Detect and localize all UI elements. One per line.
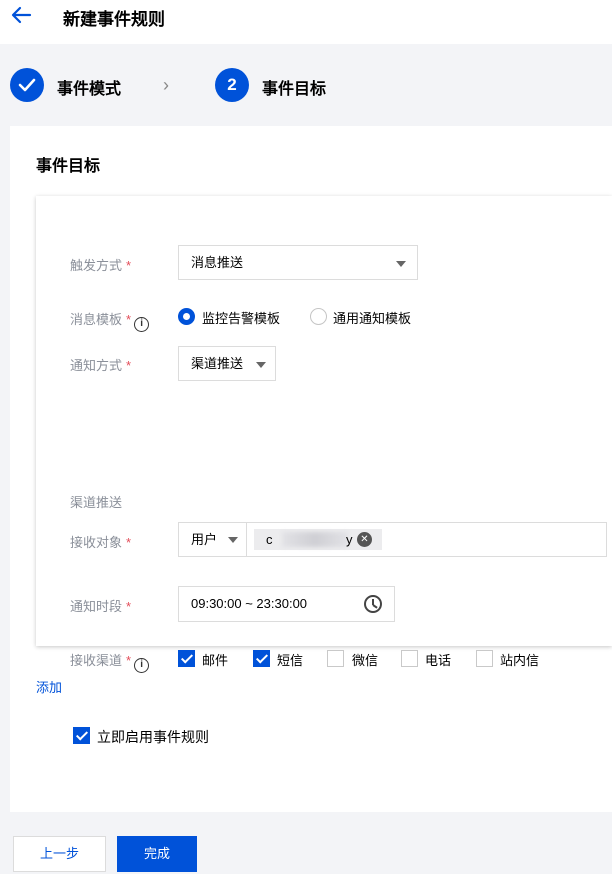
redacted-name [282, 532, 348, 547]
step-number: 2 [215, 68, 249, 102]
channel-push-subtitle: 渠道推送 [70, 495, 123, 510]
close-icon[interactable]: ✕ [357, 532, 372, 547]
channel-label-wechat: 微信 [352, 653, 379, 668]
channel-checkbox-email[interactable] [178, 650, 195, 667]
template-radio-alarm[interactable] [178, 308, 195, 325]
page-title: 新建事件规则 [63, 10, 165, 29]
page-header: 新建事件规则 [0, 0, 612, 44]
prev-step-button[interactable]: 上一步 [13, 836, 106, 872]
receiver-field[interactable]: 用户 c y ✕ [178, 522, 607, 557]
trigger-label: 触发方式 * [70, 258, 132, 273]
channel-checkbox-inbox[interactable] [476, 650, 493, 667]
channel-label-sms: 短信 [277, 653, 304, 668]
receiver-tag-suffix: y [346, 532, 353, 547]
info-icon[interactable]: i [134, 658, 150, 673]
section-title: 事件目标 [36, 158, 101, 175]
time-range-picker[interactable]: 09:30:00 ~ 23:30:00 [178, 586, 395, 622]
channels-label: 接收渠道 * i [70, 650, 150, 673]
arrow-left-icon[interactable] [10, 6, 32, 24]
receiver-tag: c y ✕ [254, 529, 382, 550]
chevron-right-icon: › [163, 75, 169, 95]
event-target-panel: 触发方式 * 消息推送 消息模板 * i 监控告警模板 通用通知模板 通知方式 * 渠道… [36, 196, 612, 673]
channel-checkbox-sms[interactable] [253, 650, 270, 667]
clock-icon [364, 595, 382, 613]
receiver-type-value: 用户 [191, 532, 218, 547]
step-label-mode: 事件模式 [57, 81, 122, 98]
add-link[interactable]: 添加 [36, 677, 62, 696]
step-label-target: 事件目标 [262, 81, 327, 98]
receiver-tag-prefix: c [266, 532, 273, 547]
period-label: 通知时段 * [70, 599, 132, 614]
time-range-value: 09:30:00 ~ 23:30:00 [191, 596, 308, 611]
trigger-select-value: 消息推送 [191, 255, 244, 270]
steps-bar: 事件模式 › 2 事件目标 [0, 58, 612, 114]
notify-method-label: 通知方式 * [70, 358, 132, 373]
notify-method-value: 渠道推送 [191, 356, 244, 371]
enable-rule-checkbox[interactable] [73, 727, 90, 744]
step-done-check-icon [10, 68, 44, 102]
template-option-alarm: 监控告警模板 [202, 311, 281, 326]
receiver-type-select[interactable]: 用户 [179, 523, 247, 556]
main-card: 事件目标 触发方式 * 消息推送 消息模板 * i 监控告警模板 通用通知模板 通知方… [10, 126, 612, 812]
channel-label-phone: 电话 [425, 653, 452, 668]
receiver-label: 接收对象 * [70, 535, 132, 550]
template-label: 消息模板 * i [70, 309, 150, 332]
chevron-down-icon [396, 261, 406, 267]
template-option-general: 通用通知模板 [333, 311, 412, 326]
channel-label-email: 邮件 [202, 653, 229, 668]
chevron-down-icon [228, 537, 238, 543]
channel-checkbox-wechat[interactable] [327, 650, 344, 667]
enable-rule-label: 立即启用事件规则 [97, 729, 209, 745]
channel-checkbox-phone[interactable] [401, 650, 418, 667]
notify-method-select[interactable]: 渠道推送 [178, 346, 276, 381]
channel-label-inbox: 站内信 [500, 653, 540, 668]
info-icon[interactable]: i [134, 317, 150, 332]
trigger-select[interactable]: 消息推送 [178, 245, 418, 280]
done-button[interactable]: 完成 [117, 836, 197, 872]
template-radio-general[interactable] [310, 308, 327, 325]
chevron-down-icon [256, 362, 266, 368]
